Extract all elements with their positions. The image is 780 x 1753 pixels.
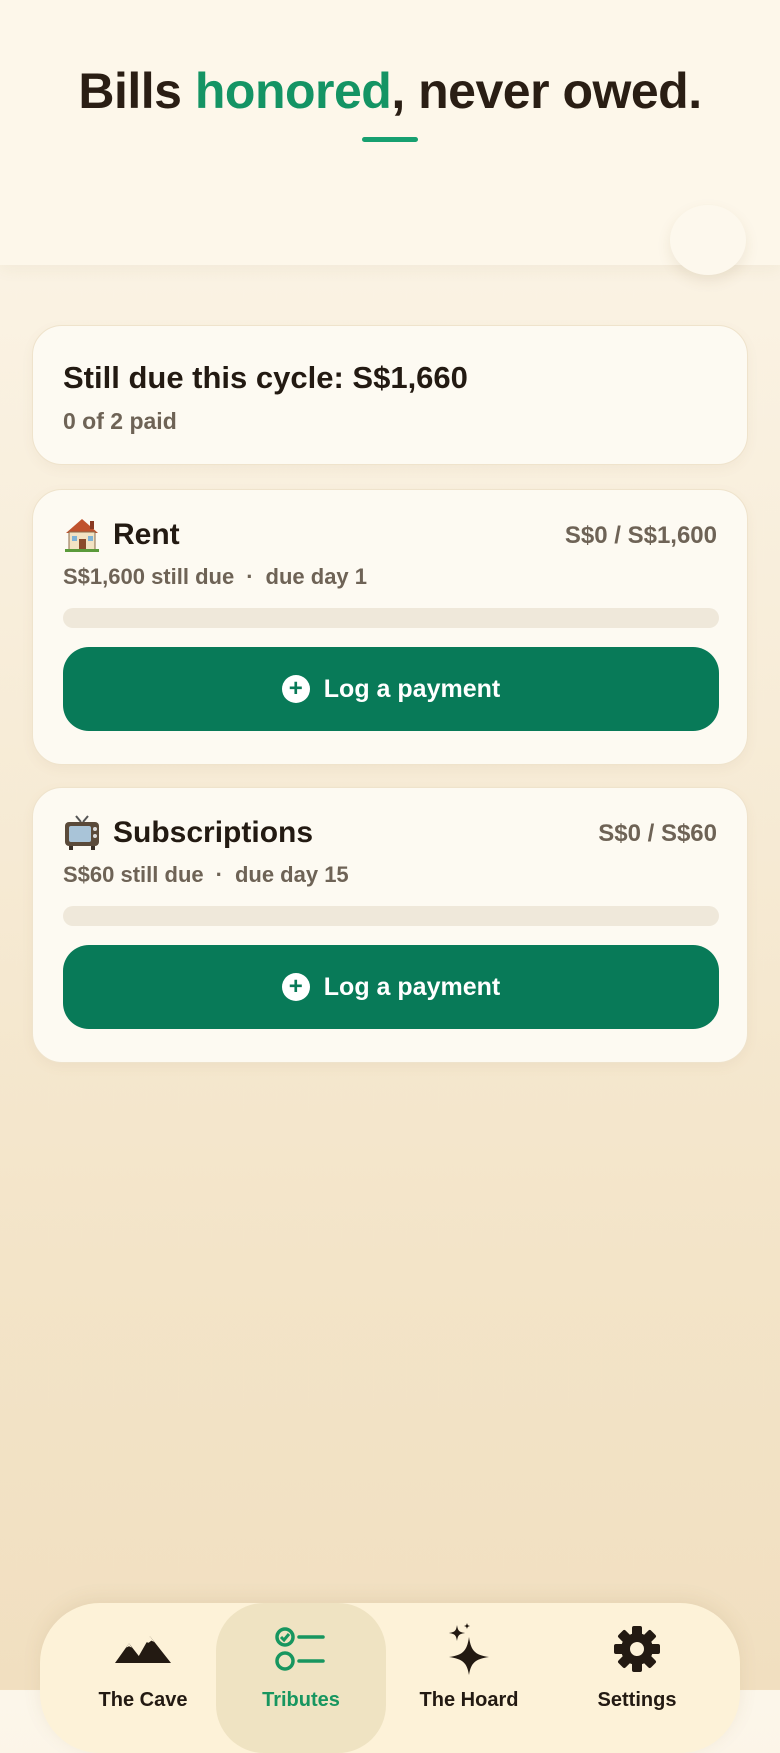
bill-progress-bar: [63, 906, 719, 926]
bill-still-due: S$60 still due: [63, 862, 204, 887]
page-header: Bills honored, never owed.: [0, 0, 780, 265]
tab-tributes[interactable]: Tributes: [216, 1603, 386, 1753]
mountains-icon: [115, 1623, 171, 1675]
bill-name-row: Rent: [63, 516, 180, 554]
bill-progress-bar: [63, 608, 719, 628]
checklist-icon: [273, 1623, 329, 1675]
plus-circle-icon: +: [281, 973, 310, 1001]
headline-accent-word: honored: [194, 63, 392, 119]
tab-label: Settings: [597, 1689, 677, 1711]
headline-text-start: Bills: [78, 63, 195, 119]
separator-dot: ·: [246, 564, 254, 589]
plus-circle-icon: +: [281, 675, 310, 703]
summary-subtitle: 0 of 2 paid: [63, 408, 177, 434]
tab-settings[interactable]: Settings: [552, 1603, 722, 1753]
tab-label: The Hoard: [419, 1689, 519, 1711]
headline-underline: [362, 137, 418, 142]
log-payment-label: Log a payment: [323, 972, 501, 1001]
bill-name: Rent: [113, 518, 180, 551]
bill-card-subscriptions: Subscriptions S$0 / S$60 S$60 still due …: [32, 787, 748, 1063]
summary-title: Still due this cycle: S$1,660: [63, 360, 468, 395]
headline-text-end: , never owed.: [391, 63, 702, 119]
tab-label: The Cave: [98, 1689, 188, 1711]
television-icon: [63, 814, 101, 852]
page-headline: Bills honored, never owed.: [0, 62, 780, 120]
bill-name: Subscriptions: [113, 816, 314, 849]
bill-still-due: S$1,600 still due: [63, 564, 235, 589]
summary-card: Still due this cycle: S$1,660 0 of 2 pai…: [32, 325, 748, 465]
bill-card-rent: Rent S$0 / S$1,600 S$1,600 still due · d…: [32, 489, 748, 765]
bill-due-line: S$1,600 still due · due day 1: [63, 564, 367, 590]
log-payment-button[interactable]: + Log a payment: [63, 945, 719, 1029]
bill-amount: S$0 / S$60: [598, 820, 717, 847]
sparkles-icon: [441, 1623, 497, 1675]
house-icon: [63, 516, 101, 554]
bill-amount: S$0 / S$1,600: [564, 522, 717, 549]
gear-icon: [609, 1623, 665, 1675]
tab-the-cave[interactable]: The Cave: [58, 1603, 228, 1753]
floating-action-button[interactable]: [670, 205, 746, 275]
bill-due-day: due day 1: [265, 564, 368, 589]
bill-due-line: S$60 still due · due day 15: [63, 862, 349, 888]
log-payment-label: Log a payment: [323, 674, 501, 703]
bill-name-row: Subscriptions: [63, 814, 313, 852]
separator-dot: ·: [215, 862, 223, 887]
tab-label: Tributes: [262, 1689, 340, 1711]
log-payment-button[interactable]: + Log a payment: [63, 647, 719, 731]
bottom-tab-bar: The Cave Tributes The Hoard Settings: [40, 1603, 740, 1753]
bill-due-day: due day 15: [234, 862, 349, 887]
tab-the-hoard[interactable]: The Hoard: [384, 1603, 554, 1753]
